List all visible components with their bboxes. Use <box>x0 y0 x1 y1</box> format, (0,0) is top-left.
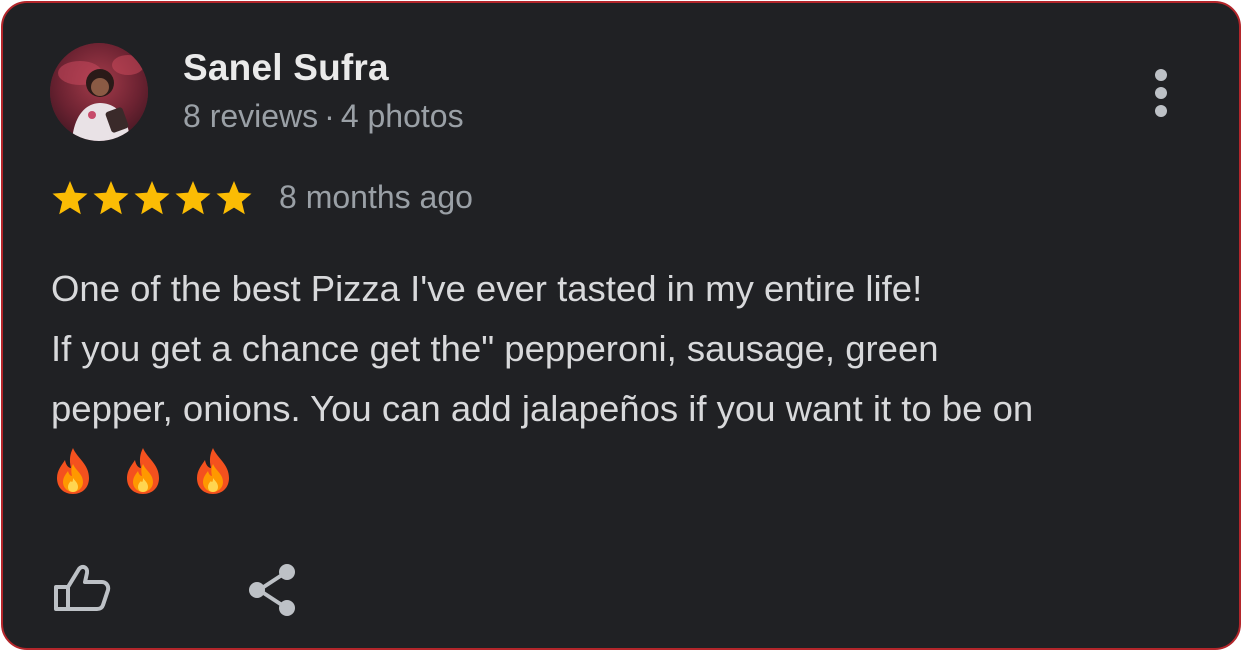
avatar-photo <box>50 43 148 141</box>
star-icon <box>216 181 252 215</box>
star-icon <box>93 181 129 215</box>
more-vertical-icon[interactable] <box>1143 63 1179 123</box>
star-icon <box>134 181 170 215</box>
thumbs-up-icon[interactable] <box>53 563 111 613</box>
author-meta: 8 reviews · 4 photos <box>183 98 464 135</box>
review-time: 8 months ago <box>279 179 473 215</box>
star-rating <box>51 179 253 217</box>
review-text-line: pepper, onions. You can add jalapeños if… <box>51 388 1034 429</box>
reviews-count: 8 reviews <box>183 98 319 134</box>
fire-emoji <box>191 446 235 496</box>
emoji-line <box>51 439 1211 499</box>
star-icon <box>175 181 211 215</box>
share-icon[interactable] <box>247 563 299 617</box>
meta-separator: · <box>324 98 335 134</box>
author-name[interactable]: Sanel Sufra <box>183 47 389 89</box>
review-text: One of the best Pizza I've ever tasted i… <box>51 259 1211 499</box>
fire-emoji <box>51 446 95 496</box>
photos-count: 4 photos <box>340 98 464 134</box>
review-text-line: One of the best Pizza I've ever tasted i… <box>51 268 923 309</box>
review-card: Sanel Sufra 8 reviews · 4 photos 8 months … <box>1 1 1241 650</box>
review-text-line: If you get a chance get the" pepperoni, … <box>51 328 939 369</box>
star-icon <box>52 181 88 215</box>
fire-emoji <box>121 446 165 496</box>
avatar[interactable] <box>50 43 148 141</box>
